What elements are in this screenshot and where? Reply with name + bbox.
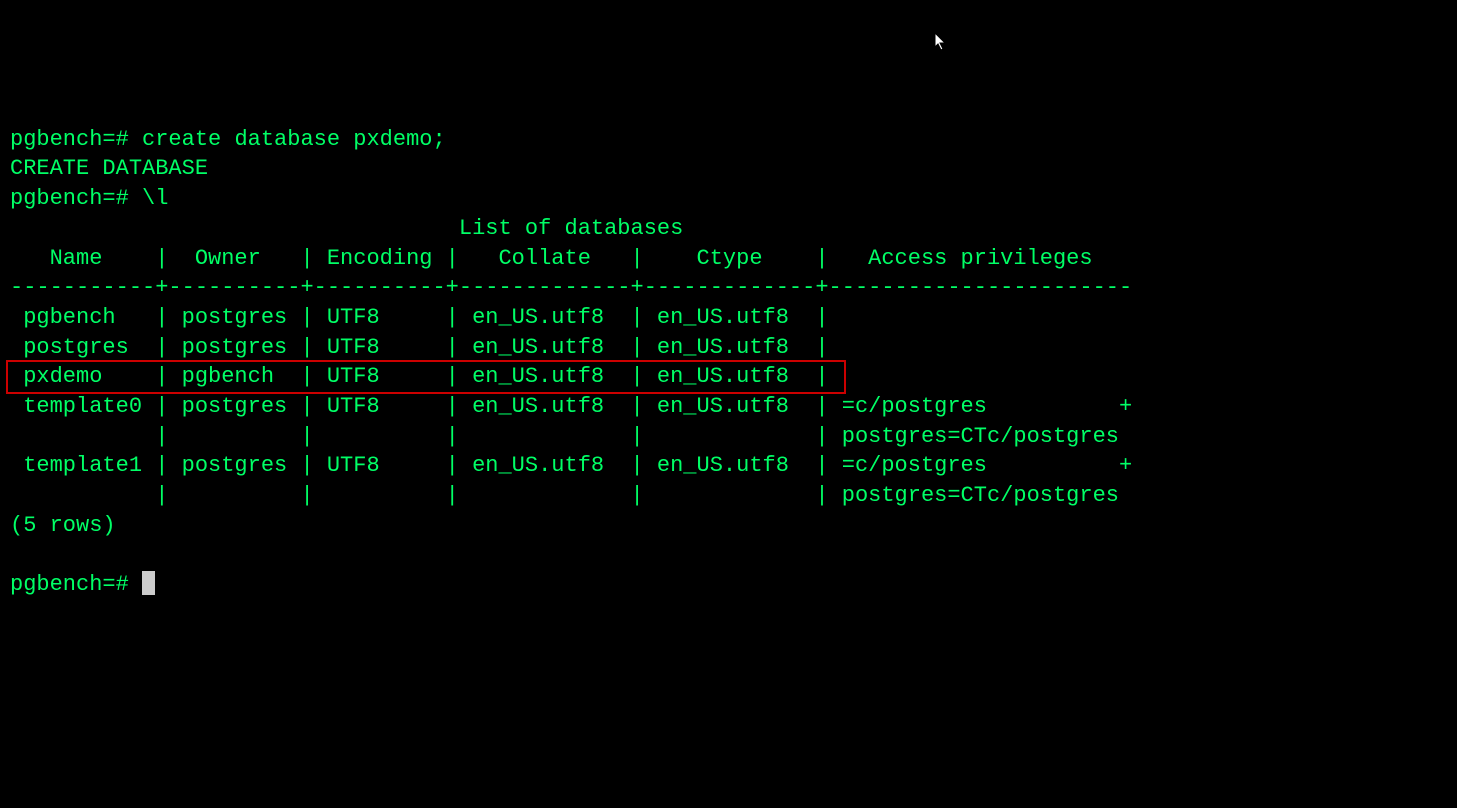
output-create-database: CREATE DATABASE — [10, 156, 208, 181]
table-row-highlighted: pxdemo | pgbench | UTF8 | en_US.utf8 | e… — [6, 360, 846, 394]
terminal-output[interactable]: pgbench=# create database pxdemo; CREATE… — [10, 125, 1447, 600]
row-count: (5 rows) — [10, 513, 116, 538]
table-title: List of databases — [10, 216, 683, 241]
command-list-databases: \l — [142, 186, 168, 211]
table-row: template0 | postgres | UTF8 | en_US.utf8… — [10, 394, 1132, 419]
prompt: pgbench=# — [10, 127, 142, 152]
cursor-block — [142, 571, 155, 595]
prompt: pgbench=# — [10, 186, 142, 211]
table-row-continuation: | | | | | postgres=CTc/postgres — [10, 483, 1119, 508]
prompt: pgbench=# — [10, 572, 142, 597]
table-header: Name | Owner | Encoding | Collate | Ctyp… — [10, 246, 1132, 271]
table-row: pgbench | postgres | UTF8 | en_US.utf8 |… — [10, 305, 842, 330]
table-row-continuation: | | | | | postgres=CTc/postgres — [10, 424, 1119, 449]
mouse-pointer-icon — [908, 2, 922, 22]
table-row: template1 | postgres | UTF8 | en_US.utf8… — [10, 453, 1132, 478]
command-create-database: create database pxdemo; — [142, 127, 446, 152]
table-row: postgres | postgres | UTF8 | en_US.utf8 … — [10, 335, 842, 360]
table-divider: -----------+----------+----------+------… — [10, 275, 1132, 300]
